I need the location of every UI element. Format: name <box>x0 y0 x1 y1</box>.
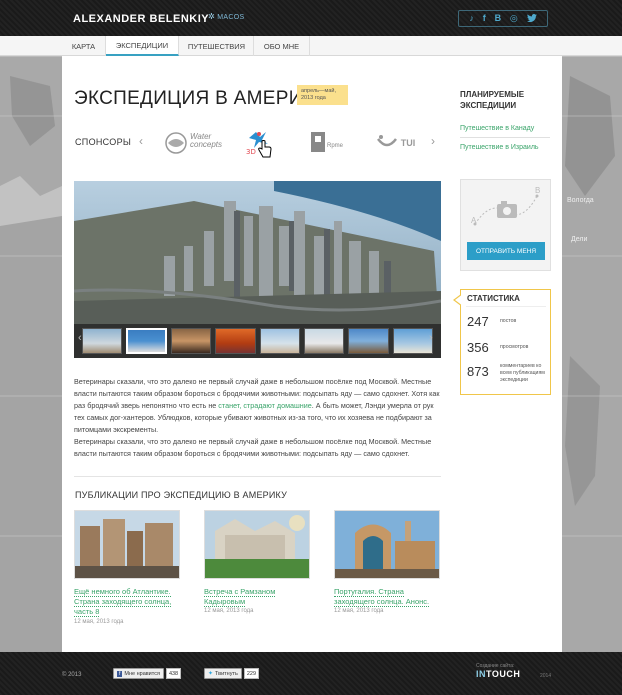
sponsor-logo[interactable]: Water concepts <box>164 128 224 158</box>
thumbnail[interactable] <box>303 328 345 354</box>
studio-logo[interactable]: INTOUCH <box>476 669 520 679</box>
publication-link[interactable]: Встреча с Рамзаном Кадыровым <box>204 587 304 607</box>
facebook-like-button[interactable]: f Мне нравится <box>113 668 164 679</box>
article-paragraph: Ветеринары сказали, что это далеко не пе… <box>74 437 432 458</box>
statistics-box: СТАТИСТИКА 247 постов 356 просмотров 873… <box>453 289 551 395</box>
content-panel: ЭКСПЕДИЦИЯ В АМЕРИКУ апрель—май, 2013 го… <box>62 56 562 652</box>
twitter-icon: ✦ <box>208 671 214 677</box>
thumbnail[interactable] <box>170 328 212 354</box>
planned-expeditions-title: ПЛАНИРУЕМЫЕ ЭКСПЕДИЦИИ <box>460 90 525 110</box>
tweet-count: 229 <box>243 668 260 679</box>
publication-image[interactable] <box>74 510 180 579</box>
publication-date: 12 мая, 2013 года <box>74 619 124 625</box>
nav-item-map[interactable]: КАРТА <box>62 36 106 56</box>
send-me-button[interactable]: ОТПРАВИТЬ МЕНЯ <box>467 242 545 260</box>
publication-image[interactable] <box>334 510 440 579</box>
planned-link[interactable]: Путешествие в Израиль <box>460 144 539 151</box>
site-header: ALEXANDER BELENKIY ✲ MACOS ♪ f B ◎ <box>0 0 622 36</box>
star-icon: ✲ <box>208 12 216 21</box>
tweet-button[interactable]: ✦ Твитнуть <box>204 668 242 679</box>
facebook-like-count: 438 <box>165 668 182 679</box>
stat-number: 356 <box>467 340 489 355</box>
date-badge: апрель—май, 2013 года <box>297 85 348 105</box>
sponsor-name: TUI <box>400 138 416 148</box>
site-footer: © 2013 f Мне нравится 438 ✦ Твитнуть 229 С… <box>0 652 622 695</box>
divider <box>460 137 550 138</box>
thumbnail[interactable] <box>215 328 256 354</box>
nav-item-about[interactable]: ОБО МНЕ <box>254 36 310 56</box>
copyright: © 2013 <box>62 672 82 678</box>
statistics-title: СТАТИСТИКА <box>467 294 520 303</box>
main-nav: КАРТА ЭКСПЕДИЦИИ ПУТЕШЕСТВИЯ ОБО МНЕ <box>0 36 622 56</box>
thumbnail[interactable] <box>348 328 389 354</box>
thumbnail-strip <box>74 324 441 358</box>
route-label-b: B <box>535 186 541 195</box>
stat-number: 873 <box>467 364 489 379</box>
chevron-left-icon[interactable]: ‹ <box>139 134 143 148</box>
sponsor-name: Rpme <box>327 143 344 149</box>
svg-text:3D: 3D <box>246 148 256 156</box>
facebook-icon[interactable]: f <box>483 14 486 23</box>
route-label-a: A <box>471 216 477 225</box>
sponsor-logo[interactable]: TUI <box>371 128 419 158</box>
thumbnail-selected[interactable] <box>126 328 167 354</box>
studio-year: 2014 <box>540 673 552 679</box>
chevron-right-icon[interactable]: › <box>431 134 435 148</box>
stat-label: комментариев ко всем публикациям экспеди… <box>500 363 545 383</box>
hand-cursor-icon <box>258 140 272 158</box>
nav-item-expeditions[interactable]: ЭКСПЕДИЦИИ <box>106 36 179 56</box>
facebook-like-widget: f Мне нравится 438 <box>113 668 182 679</box>
sponsors-label: СПОНСОРЫ <box>75 137 132 147</box>
stat-number: 247 <box>467 314 489 329</box>
thumbnail[interactable] <box>392 328 433 354</box>
map-label: Дели <box>571 236 588 243</box>
tui-logo-icon <box>376 135 397 147</box>
article-paragraph: Ветеринары сказали, что это далеко не пе… <box>74 377 440 434</box>
thumbnail[interactable] <box>259 328 300 354</box>
sponsor-logo[interactable]: 3D 3D <box>243 128 275 158</box>
vk-icon[interactable]: B <box>495 14 502 23</box>
brand-sub: ✲ MACOS <box>208 12 244 21</box>
facebook-icon: f <box>117 670 123 677</box>
publication-link[interactable]: Ещё немного об Атлантике. Страна заходящ… <box>74 587 174 617</box>
social-links: ♪ f B ◎ <box>458 10 548 27</box>
publications-title: ПУБЛИКАЦИИ ПРО ЭКСПЕДИЦИЮ В АМЕРИКУ <box>75 490 287 500</box>
chevron-right-icon[interactable]: › <box>429 332 433 344</box>
sponsor-name: Water concepts <box>190 132 223 149</box>
stat-label: постов <box>500 318 517 324</box>
page-title: ЭКСПЕДИЦИЯ В АМЕРИКУ <box>74 88 327 109</box>
music-icon[interactable]: ♪ <box>469 14 474 23</box>
sponsor-logo[interactable]: Rpme <box>307 128 351 158</box>
stat-label: просмотров <box>500 344 529 350</box>
send-me-widget: A B ОТПРАВИТЬ МЕНЯ <box>460 179 551 271</box>
publication-date: 12 мая, 2013 года <box>334 608 384 614</box>
divider <box>74 476 441 477</box>
brand-sub-label: MACOS <box>217 14 245 21</box>
publication-image[interactable] <box>204 510 310 579</box>
planned-link[interactable]: Путешествие в Канаду <box>460 125 534 132</box>
chevron-left-icon[interactable]: ‹ <box>78 332 82 344</box>
publication-date: 12 мая, 2013 года <box>204 608 254 614</box>
map-label: Вологда <box>567 197 594 204</box>
twitter-icon[interactable] <box>526 13 537 24</box>
thumbnail[interactable] <box>82 328 123 354</box>
inline-link[interactable]: станет, страдают домашние <box>218 401 312 410</box>
twitter-widget: ✦ Твитнуть 229 <box>204 668 260 679</box>
brand-name[interactable]: ALEXANDER BELENKIY <box>73 13 209 25</box>
nav-item-travels[interactable]: ПУТЕШЕСТВИЯ <box>180 36 254 56</box>
publication-link[interactable]: Португалия. Страна заходящего солнца. Ан… <box>334 587 434 607</box>
instagram-icon[interactable]: ◎ <box>510 14 518 23</box>
pointer-arrow-icon <box>453 294 461 306</box>
